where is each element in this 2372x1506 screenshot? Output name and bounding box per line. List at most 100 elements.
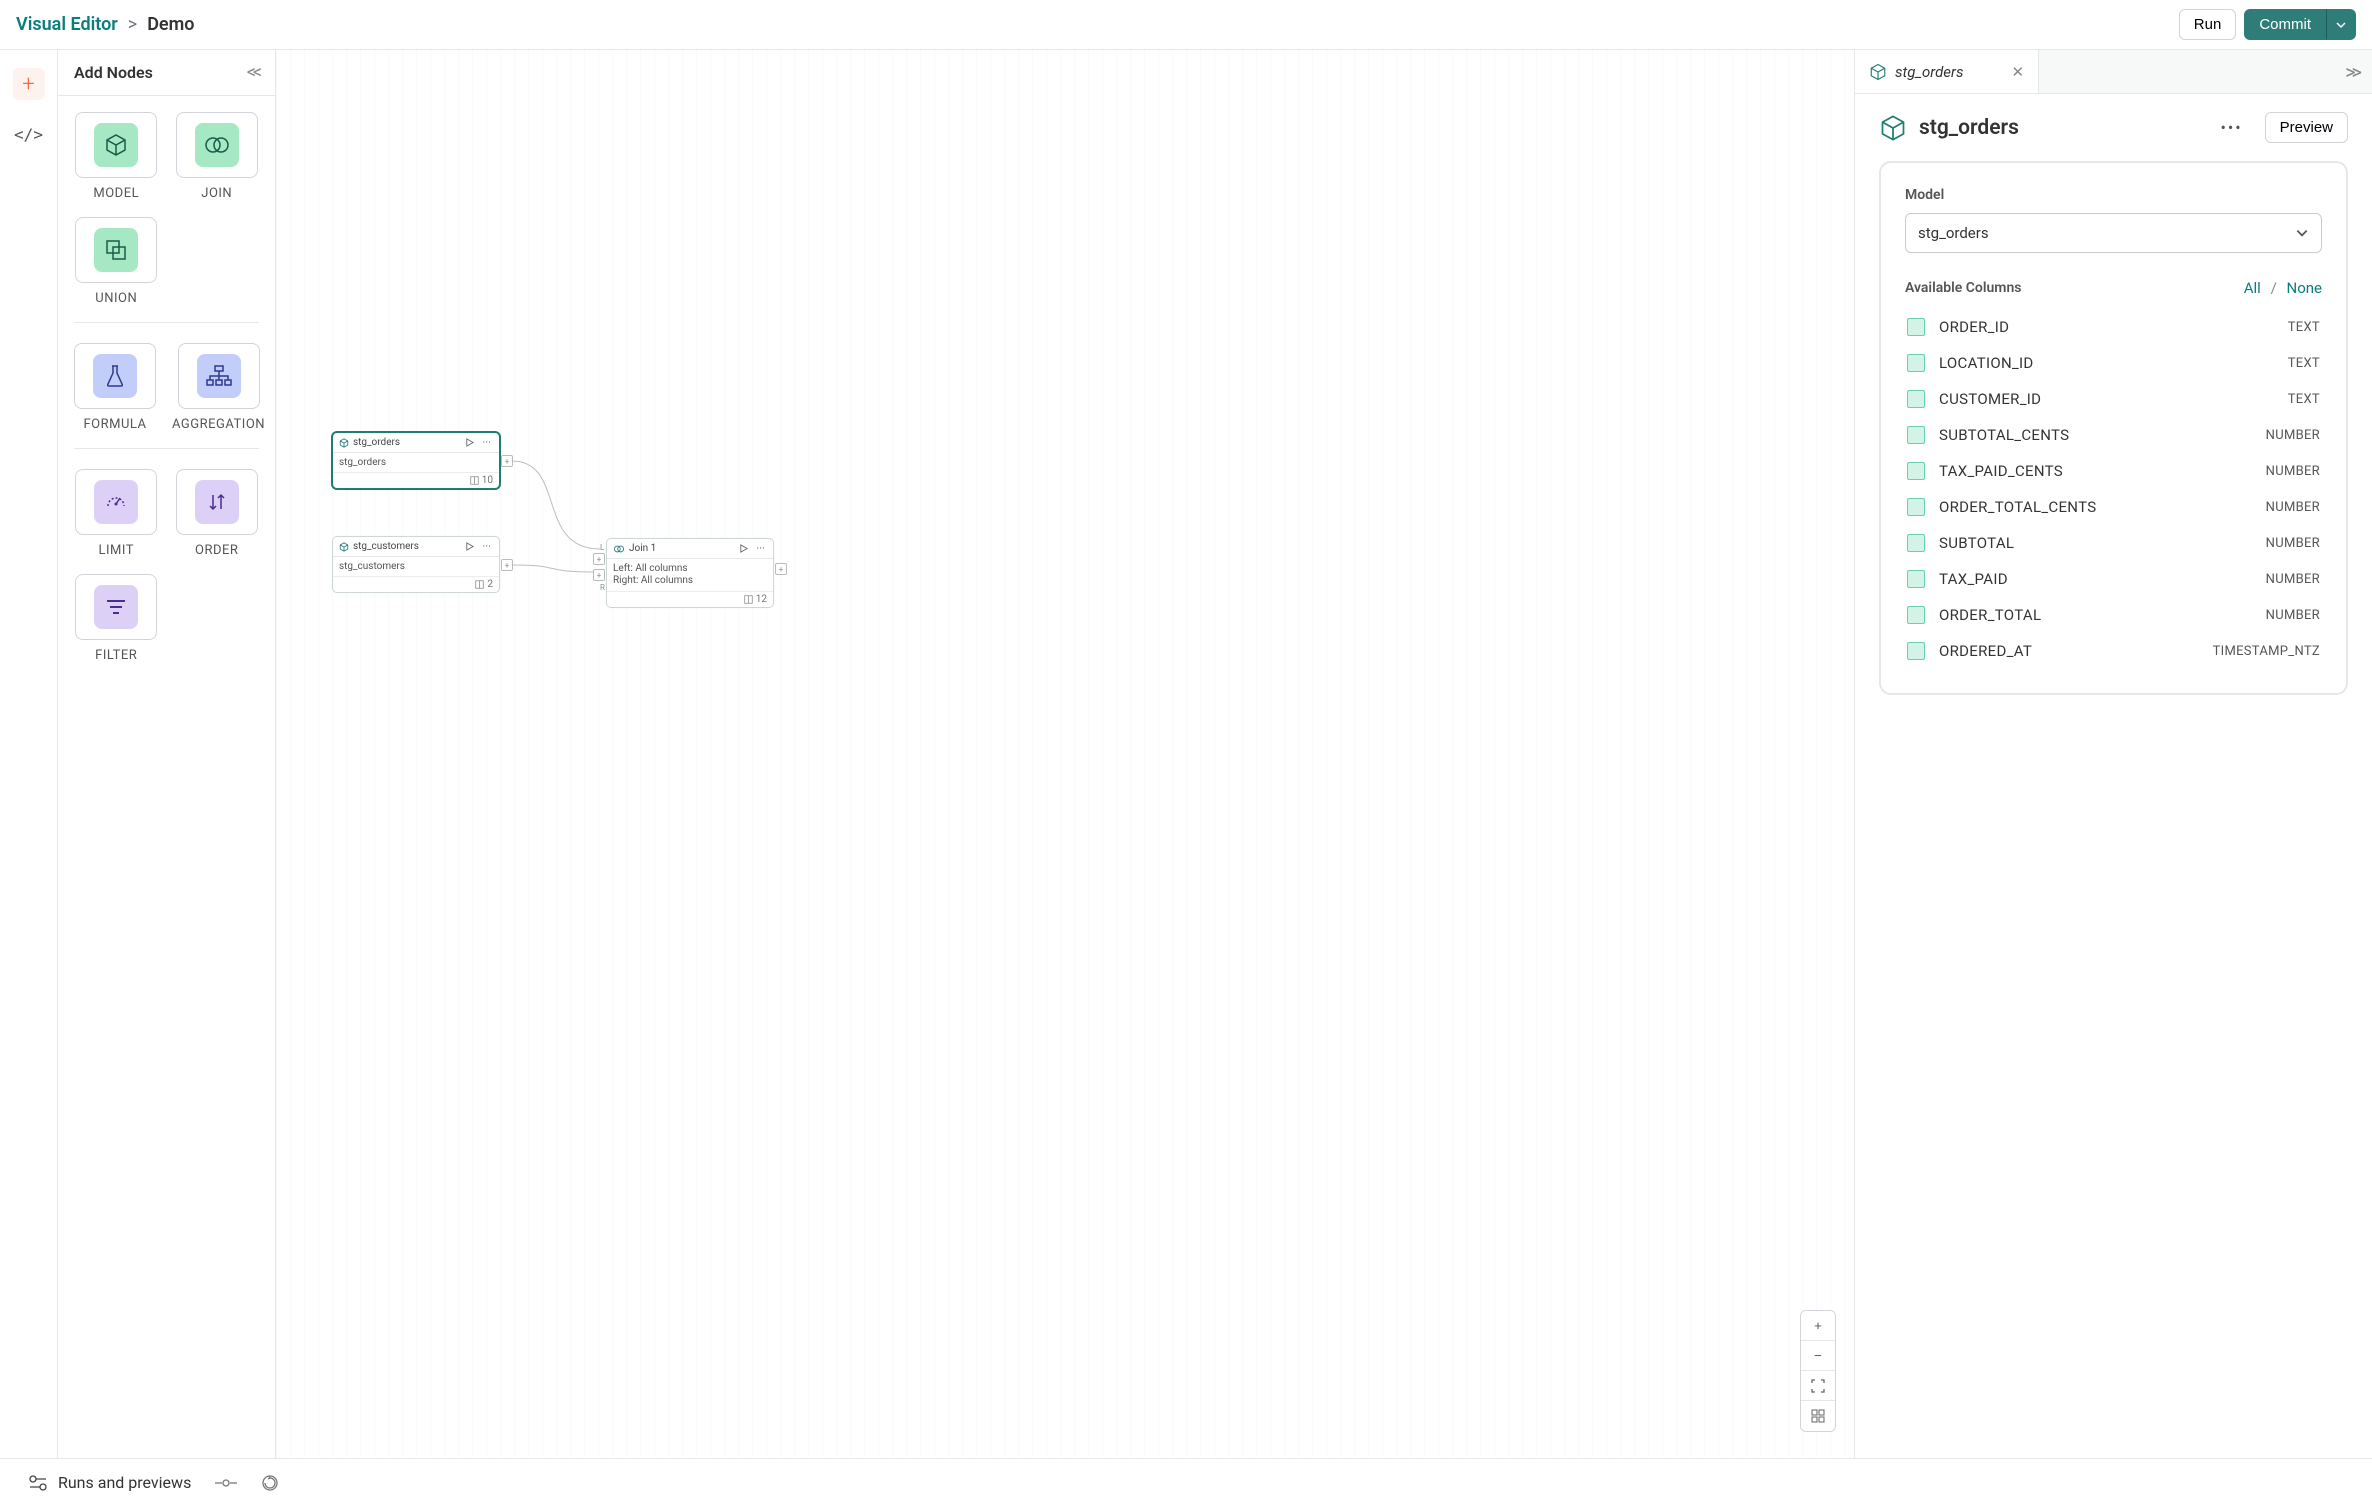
run-button[interactable]: Run	[2179, 9, 2237, 40]
zoom-in-button[interactable]: +	[1801, 1311, 1835, 1341]
column-checkbox[interactable]	[1907, 354, 1925, 372]
column-row[interactable]: TAX_PAID_CENTSNUMBER	[1905, 453, 2322, 489]
column-checkbox[interactable]	[1907, 498, 1925, 516]
union-icon	[104, 238, 128, 262]
palette-title: Add Nodes	[74, 63, 153, 82]
node-title: stg_orders	[353, 437, 459, 448]
node-output-port[interactable]: +	[501, 559, 513, 571]
column-row[interactable]: ORDER_TOTAL_CENTSNUMBER	[1905, 489, 2322, 525]
column-checkbox[interactable]	[1907, 606, 1925, 624]
filter-icon	[105, 598, 127, 616]
canvas[interactable]: stg_orders ··· stg_orders 10 + stg_custo…	[276, 50, 1854, 1458]
commit-button[interactable]: Commit	[2244, 9, 2326, 40]
column-row[interactable]: LOCATION_IDTEXT	[1905, 345, 2322, 381]
node-type-union[interactable]: UNION	[74, 217, 159, 306]
zoom-out-button[interactable]: −	[1801, 1341, 1835, 1371]
venn-icon	[203, 133, 231, 157]
column-checkbox[interactable]	[1907, 534, 1925, 552]
inspector-title: stg_orders	[1919, 116, 2019, 140]
column-name: TAX_PAID	[1939, 570, 2008, 588]
node-output-port[interactable]: +	[775, 563, 787, 575]
column-checkbox[interactable]	[1907, 390, 1925, 408]
select-all-link[interactable]: All	[2244, 279, 2261, 297]
canvas-node-stg-customers[interactable]: stg_customers ··· stg_customers 2 +	[332, 536, 500, 593]
inspector-tab[interactable]: stg_orders ✕	[1855, 50, 2039, 93]
node-type-label: MODEL	[93, 186, 139, 201]
breadcrumb-root[interactable]: Visual Editor	[16, 14, 118, 35]
column-row[interactable]: SUBTOTAL_CENTSNUMBER	[1905, 417, 2322, 453]
column-checkbox[interactable]	[1907, 426, 1925, 444]
model-select[interactable]: stg_orders	[1905, 213, 2322, 253]
canvas-node-stg-orders[interactable]: stg_orders ··· stg_orders 10 +	[332, 432, 500, 489]
column-type: TEXT	[2288, 320, 2320, 335]
zoom-grid-button[interactable]	[1801, 1401, 1835, 1431]
column-type: NUMBER	[2266, 464, 2320, 479]
node-type-label: ORDER	[195, 543, 238, 558]
node-run-button[interactable]	[737, 544, 750, 553]
node-type-label: JOIN	[201, 186, 232, 201]
runs-icon	[28, 1474, 48, 1492]
commit-dropdown-button[interactable]	[2326, 9, 2356, 40]
expand-panel-button[interactable]: >>	[2331, 60, 2372, 84]
model-select-value: stg_orders	[1918, 224, 1989, 242]
node-palette: Add Nodes << MODEL JOIN	[58, 50, 276, 1458]
node-more-button[interactable]: ···	[480, 436, 493, 449]
column-name: ORDER_ID	[1939, 318, 2009, 336]
node-output-port[interactable]: +	[501, 455, 513, 467]
node-type-order[interactable]: ORDER	[175, 469, 260, 558]
column-type: TEXT	[2288, 392, 2320, 407]
close-tab-button[interactable]: ✕	[2011, 63, 2024, 81]
node-input-port-left[interactable]: +	[593, 553, 605, 565]
column-type: NUMBER	[2266, 536, 2320, 551]
node-type-filter[interactable]: FILTER	[74, 574, 159, 663]
column-name: SUBTOTAL_CENTS	[1939, 426, 2069, 444]
select-none-link[interactable]: None	[2287, 279, 2323, 297]
node-type-aggregation[interactable]: AGGREGATION	[172, 343, 265, 432]
column-checkbox[interactable]	[1907, 570, 1925, 588]
chevron-down-icon	[2335, 19, 2347, 31]
bottom-refresh-icon-button[interactable]	[261, 1474, 279, 1492]
column-checkbox[interactable]	[1907, 462, 1925, 480]
column-type: TIMESTAMP_NTZ	[2213, 644, 2320, 659]
node-body-left: Left: All columns	[613, 563, 767, 574]
grid-icon	[1811, 1409, 1825, 1423]
column-row[interactable]: CUSTOMER_IDTEXT	[1905, 381, 2322, 417]
columns-icon	[475, 580, 484, 589]
column-checkbox[interactable]	[1907, 642, 1925, 660]
tab-label: stg_orders	[1895, 63, 1963, 81]
cube-icon	[339, 438, 349, 448]
node-run-button[interactable]	[463, 438, 476, 447]
node-type-model[interactable]: MODEL	[74, 112, 159, 201]
canvas-node-join-1[interactable]: Join 1 ··· Left: All columns Right: All …	[606, 538, 774, 608]
node-type-formula[interactable]: FORMULA	[74, 343, 156, 432]
breadcrumb-leaf: Demo	[147, 14, 194, 35]
code-view-button[interactable]: </>	[13, 118, 45, 150]
node-more-button[interactable]: ···	[480, 540, 493, 553]
inspector-panel: stg_orders ✕ >> stg_orders ••• Preview M…	[1854, 50, 2372, 1458]
node-run-button[interactable]	[463, 542, 476, 551]
node-type-join[interactable]: JOIN	[175, 112, 260, 201]
column-row[interactable]: ORDERED_ATTIMESTAMP_NTZ	[1905, 633, 2322, 669]
column-row[interactable]: ORDER_ID TEXT	[1905, 309, 2322, 345]
column-name: ORDER_TOTAL_CENTS	[1939, 498, 2096, 516]
collapse-palette-button[interactable]: <<	[247, 62, 259, 83]
zoom-fit-button[interactable]	[1801, 1371, 1835, 1401]
runs-and-previews-button[interactable]: Runs and previews	[28, 1473, 191, 1492]
play-icon	[465, 542, 474, 551]
code-icon: </>	[14, 125, 43, 144]
node-input-port-right[interactable]: +	[593, 569, 605, 581]
inspector-more-button[interactable]: •••	[2220, 118, 2242, 137]
cube-icon	[1869, 63, 1887, 81]
node-more-button[interactable]: ···	[754, 542, 767, 555]
column-row[interactable]: TAX_PAIDNUMBER	[1905, 561, 2322, 597]
column-checkbox[interactable]	[1907, 318, 1925, 336]
node-type-limit[interactable]: LIMIT	[74, 469, 159, 558]
bottom-commit-icon-button[interactable]	[215, 1477, 237, 1489]
preview-button[interactable]: Preview	[2265, 112, 2348, 143]
add-node-button[interactable]: +	[13, 68, 45, 100]
node-title: Join 1	[629, 543, 733, 554]
port-label-right: R	[600, 583, 605, 592]
column-row[interactable]: SUBTOTALNUMBER	[1905, 525, 2322, 561]
column-row[interactable]: ORDER_TOTALNUMBER	[1905, 597, 2322, 633]
gauge-icon	[104, 490, 128, 514]
